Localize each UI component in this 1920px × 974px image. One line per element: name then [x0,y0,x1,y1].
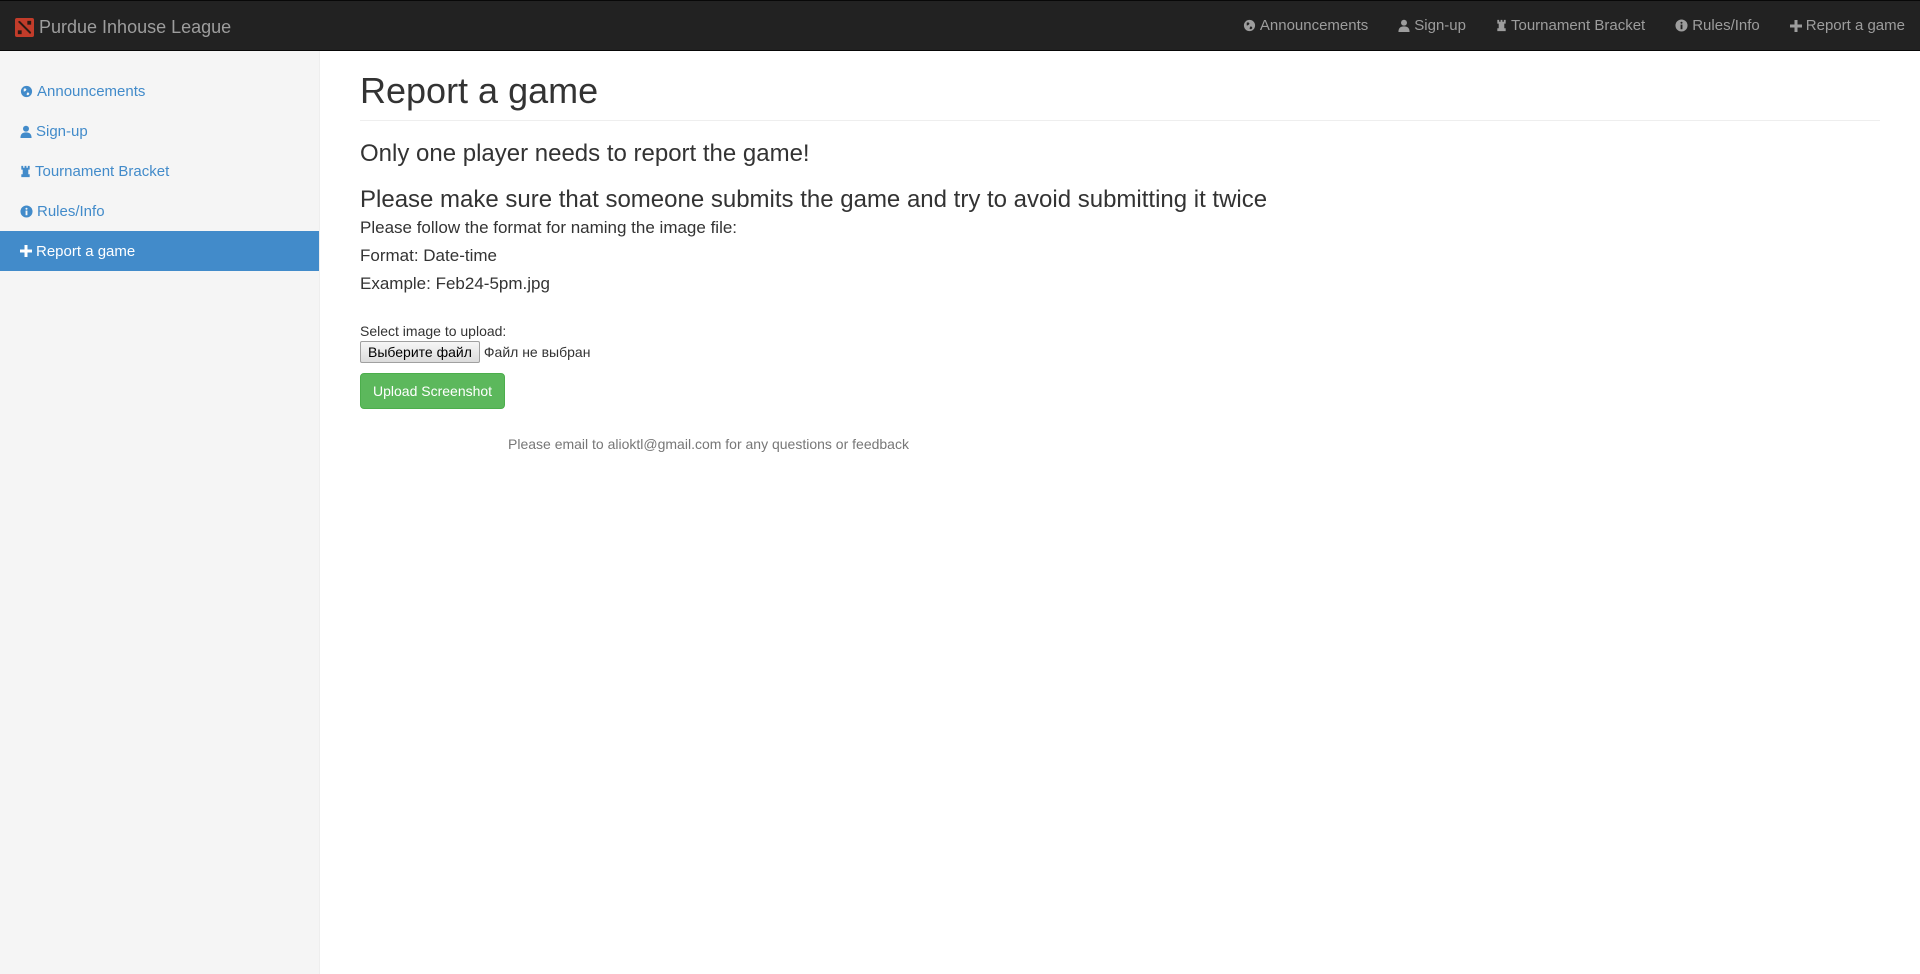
globe-icon [20,85,33,98]
file-input: Выберите файл Файл не выбран [360,341,1880,364]
nav-report-game[interactable]: Report a game [1775,1,1920,50]
plus-icon [1789,19,1802,32]
sidebar-item-label: Report a game [36,242,136,260]
dota-logo-icon [15,17,34,37]
page-title: Report a game [360,71,1880,121]
sidebar-item-announcements[interactable]: Announcements [0,71,319,111]
sidebar: Announcements Sign-up Tournament Bracket… [0,51,320,974]
plus-icon [20,245,32,257]
choose-file-button[interactable]: Выберите файл [360,341,480,364]
rook-icon [20,165,31,178]
sidebar-item-report-game[interactable]: Report a game [0,231,319,271]
info-icon [1675,19,1688,32]
sidebar-item-label: Tournament Bracket [35,162,170,180]
file-status: Файл не выбран [483,344,591,361]
brand-title: Purdue Inhouse League [39,16,232,37]
sidebar-item-signup[interactable]: Sign-up [0,111,319,151]
footer-note: Please email to alioktl@gmail.com for an… [508,436,909,452]
user-icon [20,125,32,138]
nav-signup-label: Sign-up [1414,17,1466,34]
user-icon [1398,19,1410,32]
nav-tournament-bracket[interactable]: Tournament Bracket [1481,1,1660,50]
warning-heading: Please make sure that someone submits th… [360,185,1268,213]
main-content: Report a game Only one player needs to r… [360,51,1880,410]
sidebar-item-tournament-bracket[interactable]: Tournament Bracket [0,151,319,191]
top-navbar: Purdue Inhouse League Announcements Sign… [0,0,1920,51]
sidebar-item-label: Sign-up [36,122,88,140]
brand-link[interactable]: Purdue Inhouse League [15,16,231,38]
example-text: Example: Feb24-5pm.jpg [360,273,550,293]
sidebar-item-label: Announcements [37,82,146,100]
nav-signup[interactable]: Sign-up [1383,1,1481,50]
nav-report-game-label: Report a game [1805,17,1905,34]
globe-icon [1243,19,1256,32]
nav-announcements-label: Announcements [1259,17,1369,34]
upload-screenshot-button[interactable]: Upload Screenshot [360,373,506,410]
nav-announcements[interactable]: Announcements [1228,1,1383,50]
rook-icon [1496,19,1507,32]
instruction-text: Please follow the format for naming the … [360,218,738,238]
navbar-links: Announcements Sign-up Tournament Bracket… [1228,1,1920,50]
sidebar-item-rules-info[interactable]: Rules/Info [0,191,319,231]
notice-heading: Only one player needs to report the game… [360,139,810,167]
upload-label: Select image to upload: [360,323,507,340]
nav-rules-info[interactable]: Rules/Info [1660,1,1775,50]
nav-rules-info-label: Rules/Info [1692,17,1760,34]
info-icon [20,204,33,218]
nav-tournament-bracket-label: Tournament Bracket [1510,17,1646,34]
sidebar-item-label: Rules/Info [37,202,105,220]
format-text: Format: Date-time [360,246,497,266]
